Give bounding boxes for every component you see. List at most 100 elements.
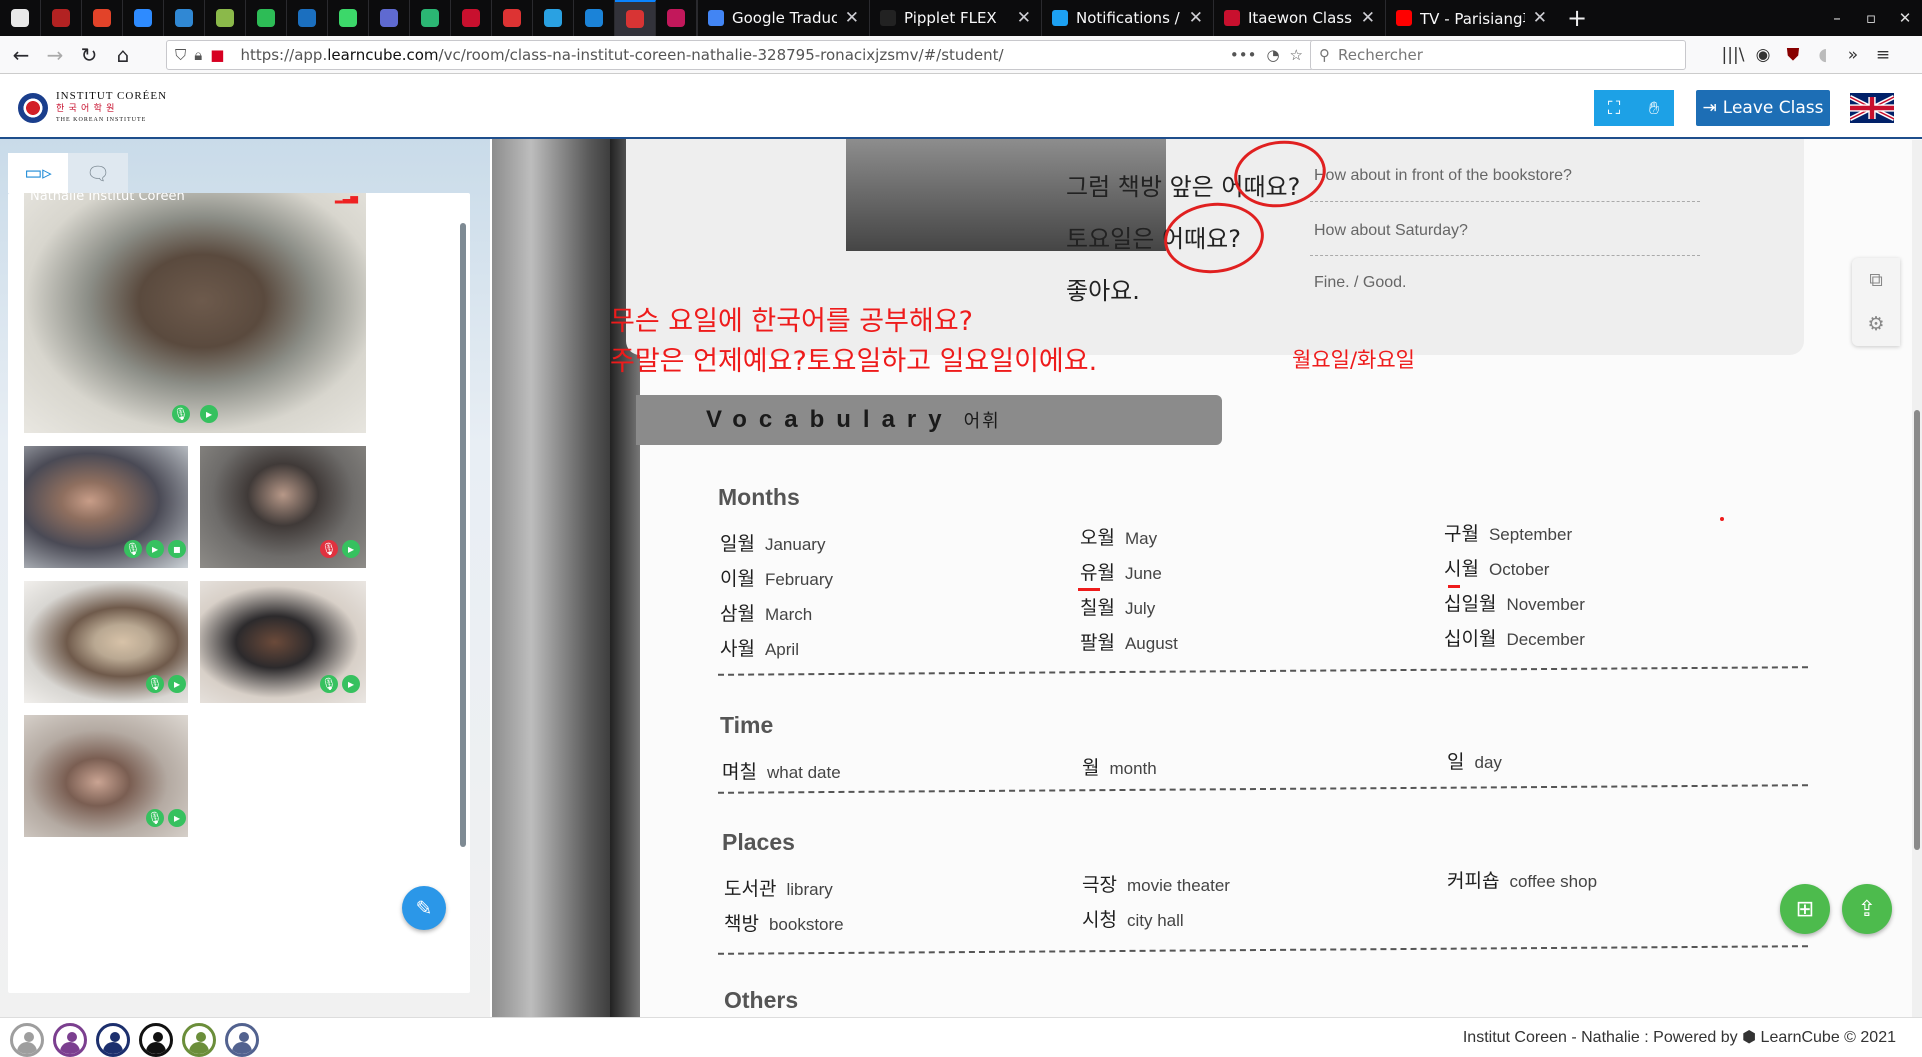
maximize-button[interactable]: ▫ bbox=[1854, 9, 1888, 27]
participant-avatar[interactable] bbox=[225, 1023, 259, 1057]
student-video-tile[interactable]: 🎙︎ ▸ bbox=[200, 446, 366, 568]
sidebar-scrollbar[interactable] bbox=[460, 223, 466, 847]
ublock-icon[interactable]: ⛊ bbox=[1778, 40, 1808, 70]
minimize-button[interactable]: – bbox=[1820, 9, 1854, 27]
search-input[interactable]: ⚲ Rechercher bbox=[1310, 40, 1686, 70]
pinned-tab[interactable] bbox=[574, 0, 615, 36]
shield-icon[interactable]: ⛉ bbox=[175, 46, 186, 64]
pinned-tab[interactable] bbox=[287, 0, 328, 36]
raise-hand-button[interactable]: ✋︎ bbox=[1634, 90, 1674, 126]
pinned-tab[interactable] bbox=[82, 0, 123, 36]
avatar-body bbox=[103, 1042, 123, 1054]
participant-avatar[interactable] bbox=[10, 1023, 44, 1057]
camera-icon[interactable]: ▸ bbox=[342, 540, 360, 558]
pinned-tab[interactable] bbox=[369, 0, 410, 36]
mic-muted-icon[interactable]: 🎙︎ bbox=[320, 540, 338, 558]
pinned-tab[interactable] bbox=[492, 0, 533, 36]
participant-avatar[interactable] bbox=[182, 1023, 216, 1057]
close-tab-icon[interactable]: ✕ bbox=[1189, 8, 1203, 28]
mic-icon[interactable]: 🎙︎ bbox=[172, 405, 190, 423]
pinned-tab[interactable] bbox=[41, 0, 82, 36]
student-video-tile[interactable]: 🎙︎ ▸ bbox=[24, 581, 188, 703]
logo-emblem bbox=[18, 93, 48, 123]
overflow-menu-icon[interactable]: » bbox=[1838, 40, 1868, 70]
pocket-icon[interactable]: ◔ bbox=[1266, 46, 1279, 64]
library-icon[interactable]: |||\ bbox=[1718, 40, 1748, 70]
mic-icon[interactable]: 🎙︎ bbox=[320, 675, 338, 693]
screen-icon[interactable]: ▪ bbox=[168, 540, 186, 558]
bookmark-star-icon[interactable]: ☆ bbox=[1290, 46, 1303, 64]
account-icon[interactable]: ◉ bbox=[1748, 40, 1778, 70]
section-divider bbox=[718, 945, 1808, 955]
participant-avatar[interactable] bbox=[96, 1023, 130, 1057]
pinned-tab[interactable] bbox=[451, 0, 492, 36]
uk-flag-language-icon[interactable] bbox=[1850, 93, 1894, 123]
forward-icon[interactable]: → bbox=[38, 40, 72, 70]
page-actions-icon[interactable]: ••• bbox=[1230, 46, 1257, 64]
close-tab-icon[interactable]: ✕ bbox=[845, 8, 859, 28]
pinned-tab[interactable] bbox=[410, 0, 451, 36]
pinned-tab[interactable] bbox=[615, 0, 656, 36]
camera-permission-icon[interactable]: ■ bbox=[210, 46, 224, 64]
home-icon[interactable]: ⌂ bbox=[106, 40, 140, 70]
tab-chat[interactable]: 🗨︎ bbox=[68, 153, 128, 193]
camera-icon[interactable]: ▸ bbox=[168, 675, 186, 693]
reload-icon[interactable]: ↻ bbox=[72, 40, 106, 70]
camera-icon[interactable]: ▸ bbox=[146, 540, 164, 558]
tab-video[interactable]: ▭▹ bbox=[8, 153, 68, 193]
close-tab-icon[interactable]: ✕ bbox=[1017, 8, 1031, 28]
tab-favicon-icon bbox=[1224, 10, 1240, 26]
pinned-tab[interactable] bbox=[123, 0, 164, 36]
pinned-tab[interactable] bbox=[656, 0, 697, 36]
participant-avatar[interactable] bbox=[139, 1023, 173, 1057]
browser-tab[interactable]: Itaewon Class 1 (en cor ✕ bbox=[1213, 0, 1385, 36]
vocab-item: 시청 city hall bbox=[1082, 905, 1184, 932]
mic-icon[interactable]: 🎙︎ bbox=[146, 809, 164, 827]
browser-tab[interactable]: Notifications / Twitter ✕ bbox=[1041, 0, 1213, 36]
browser-tab[interactable]: Google Traduction ✕ bbox=[697, 0, 869, 36]
leave-class-button[interactable]: ⇥ Leave Class bbox=[1696, 90, 1830, 126]
back-icon[interactable]: ← bbox=[4, 40, 38, 70]
pinned-tab[interactable] bbox=[246, 0, 287, 36]
student-video-tile[interactable]: 🎙︎ ▸ bbox=[24, 715, 188, 837]
exit-icon: ⇥ bbox=[1702, 98, 1717, 118]
mastodon-icon bbox=[175, 9, 193, 27]
teacher-video-tile[interactable]: Nathalie Institut Coréen 🎙︎ ▸ ▂▃▅ bbox=[24, 193, 366, 433]
settings-gear-icon[interactable]: ⚙ bbox=[1852, 302, 1900, 346]
camera-icon[interactable]: ▸ bbox=[200, 405, 218, 423]
pinned-tab[interactable] bbox=[533, 0, 574, 36]
new-tab-button[interactable]: + bbox=[1557, 0, 1597, 36]
add-document-button[interactable]: ⊞ bbox=[1780, 884, 1830, 934]
camera-icon[interactable]: ▸ bbox=[168, 809, 186, 827]
extension-icon[interactable]: ◖ bbox=[1808, 40, 1838, 70]
pinned-tab[interactable] bbox=[205, 0, 246, 36]
mic-icon[interactable]: 🎙︎ bbox=[146, 675, 164, 693]
participant-avatar[interactable] bbox=[53, 1023, 87, 1057]
close-tab-icon[interactable]: ✕ bbox=[1533, 8, 1547, 28]
annotate-pen-button[interactable]: ✎ bbox=[402, 886, 446, 930]
section-others: Others bbox=[724, 987, 799, 1013]
fullscreen-button[interactable]: ⛶ bbox=[1594, 90, 1634, 126]
section-places: Places bbox=[722, 829, 795, 855]
url-bar[interactable]: ⛉ 🔒︎ ■ https://app.learncube.com/vc/room… bbox=[166, 40, 1314, 70]
browser-tab[interactable]: TV - Parisiang파리지앙 ✕ bbox=[1385, 0, 1557, 36]
pinned-tab[interactable] bbox=[0, 0, 41, 36]
vocab-english: March bbox=[764, 605, 813, 624]
lock-icon[interactable]: 🔒︎ bbox=[194, 46, 202, 64]
pinned-tab[interactable] bbox=[328, 0, 369, 36]
student-video-tile[interactable]: 🎙︎ ▸ bbox=[200, 581, 366, 703]
whiteboard[interactable]: 그럼 책방 앞은 어때요? How about in front of the … bbox=[492, 139, 1922, 1017]
student-video-tile[interactable]: 🎙︎ ▸ ▪ bbox=[24, 446, 188, 568]
pinned-tab[interactable] bbox=[164, 0, 205, 36]
institut-coreen-logo[interactable]: INSTITUT CORÉEN 한 국 어 학 원 THE KOREAN INS… bbox=[18, 90, 167, 126]
copy-page-icon[interactable]: ⧉ bbox=[1852, 258, 1900, 302]
browser-tab[interactable]: Pipplet FLEX ✕ bbox=[869, 0, 1041, 36]
vocab-item: 커피숍 coffee shop bbox=[1447, 866, 1597, 893]
upload-button[interactable]: ⇪ bbox=[1842, 884, 1892, 934]
close-tab-icon[interactable]: ✕ bbox=[1361, 8, 1375, 28]
close-window-button[interactable]: ✕ bbox=[1888, 9, 1922, 27]
page-scrollbar[interactable] bbox=[1912, 140, 1922, 1017]
hamburger-menu-icon[interactable]: ≡ bbox=[1868, 40, 1898, 70]
mic-icon[interactable]: 🎙︎ bbox=[124, 540, 142, 558]
camera-icon[interactable]: ▸ bbox=[342, 675, 360, 693]
